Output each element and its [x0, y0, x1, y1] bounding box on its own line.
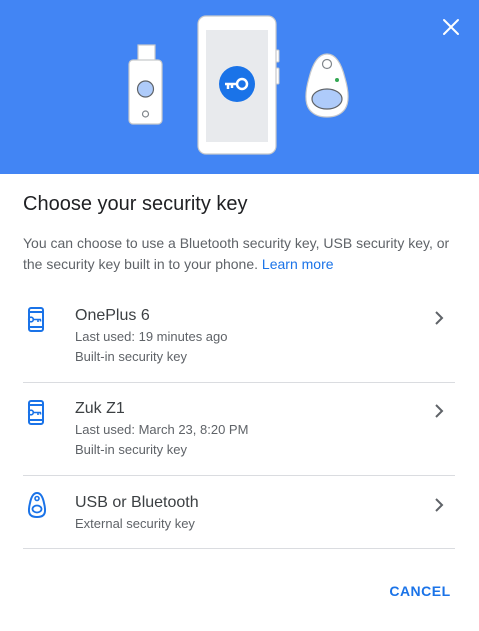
cancel-button[interactable]: CANCEL	[380, 580, 460, 602]
learn-more-link[interactable]: Learn more	[262, 256, 334, 272]
option-last-used: Last used: 19 minutes ago	[75, 329, 228, 344]
usb-security-key-illustration	[128, 44, 163, 125]
dialog-title: Choose your security key	[23, 193, 248, 215]
close-icon	[443, 19, 459, 35]
bluetooth-fob-illustration	[305, 53, 349, 118]
chevron-right-icon	[435, 311, 444, 325]
close-button[interactable]	[438, 14, 464, 40]
option-type: External security key	[75, 516, 195, 531]
security-key-option-zuk-z1[interactable]: Zuk Z1 Last used: March 23, 8:20 PM Buil…	[23, 383, 455, 476]
security-key-list: OnePlus 6 Last used: 19 minutes ago Buil…	[23, 290, 455, 549]
option-name: OnePlus 6	[75, 307, 150, 324]
security-key-option-usb-bluetooth[interactable]: USB or Bluetooth External security key	[23, 476, 455, 549]
security-key-fob-icon	[27, 491, 47, 518]
chevron-right-icon	[435, 404, 444, 418]
phone-illustration	[197, 15, 280, 155]
chevron-right-icon	[435, 498, 444, 512]
option-name: USB or Bluetooth	[75, 494, 199, 511]
option-type: Built-in security key	[75, 349, 187, 364]
phone-key-icon	[27, 400, 44, 425]
description-text: You can choose to use a Bluetooth securi…	[23, 235, 450, 272]
phone-key-icon	[27, 307, 44, 332]
option-name: Zuk Z1	[75, 400, 125, 417]
security-key-option-oneplus-6[interactable]: OnePlus 6 Last used: 19 minutes ago Buil…	[23, 290, 455, 383]
option-last-used: Last used: March 23, 8:20 PM	[75, 422, 249, 437]
dialog-description: You can choose to use a Bluetooth securi…	[23, 233, 463, 275]
option-type: Built-in security key	[75, 442, 187, 457]
hero-illustration	[0, 0, 479, 174]
